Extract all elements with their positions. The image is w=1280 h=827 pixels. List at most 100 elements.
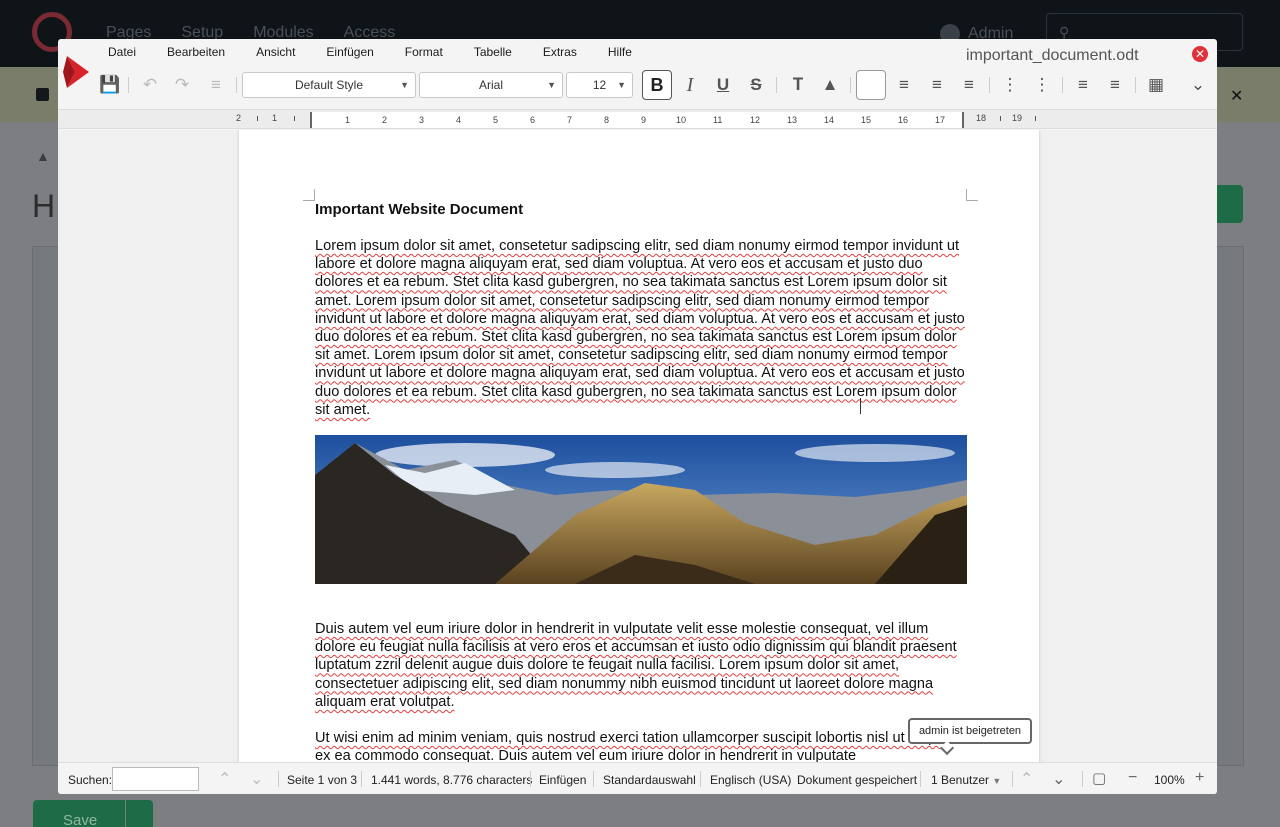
ruler-label: 6 xyxy=(530,115,536,125)
status-separator xyxy=(1082,771,1083,787)
paragraph-style-select[interactable]: Default Style ▼ xyxy=(242,72,416,98)
bullet-list-icon[interactable]: ⋮ xyxy=(998,73,1022,97)
menu-bearbeiten[interactable]: Bearbeiten xyxy=(167,45,225,59)
insert-mode[interactable]: Einfügen xyxy=(539,773,586,787)
users-count: 1 Benutzer xyxy=(931,773,990,787)
ruler-label: 2 xyxy=(236,113,242,123)
selection-mode[interactable]: Standardauswahl xyxy=(603,773,696,787)
page-indicator: Seite 1 von 3 xyxy=(287,773,358,787)
toolbar-separator xyxy=(1062,77,1063,93)
underline-button[interactable]: U xyxy=(711,73,735,97)
ruler-label: 8 xyxy=(604,115,610,125)
ruler-label: 4 xyxy=(456,115,462,125)
ruler-label: 16 xyxy=(898,115,909,125)
chevron-down-icon: ▼ xyxy=(547,80,556,90)
zoom-out-icon[interactable]: − xyxy=(1128,769,1137,787)
save-state: Dokument gespeichert xyxy=(797,773,918,787)
fit-width-icon[interactable]: ▢ xyxy=(1092,769,1106,787)
background-save-button: Save xyxy=(33,800,125,827)
background-dropdown-button xyxy=(1216,185,1243,223)
ruler-label: 11 xyxy=(713,115,723,125)
background-save-caret xyxy=(126,800,153,827)
document-canvas[interactable]: Important Website Document Lorem ipsum d… xyxy=(58,130,1217,762)
ruler-tick xyxy=(257,116,258,121)
ruler-label: 1 xyxy=(345,115,351,125)
font-name-select[interactable]: Arial ▼ xyxy=(419,72,563,98)
ruler-label: 13 xyxy=(787,115,798,125)
ruler-label: 14 xyxy=(824,115,835,125)
toolbar-separator xyxy=(776,77,777,93)
align-right-icon[interactable]: ≡ xyxy=(925,73,949,97)
chevron-down-icon: ▼ xyxy=(617,80,626,90)
search-label: Suchen: xyxy=(68,773,113,787)
mountain-panorama-image[interactable] xyxy=(315,435,967,584)
numbered-list-icon[interactable]: ⋮ xyxy=(1030,73,1054,97)
ruler-tick xyxy=(294,116,295,121)
status-bar: Suchen: ⌃ ⌄ Seite 1 von 3 1.441 words, 8… xyxy=(58,762,1217,794)
language-indicator[interactable]: Englisch (USA) xyxy=(710,773,791,787)
redo-icon[interactable]: ↷ xyxy=(170,73,194,97)
ruler-label: 3 xyxy=(419,115,425,125)
ruler-tick xyxy=(1035,116,1036,121)
ruler-label: 17 xyxy=(935,115,946,125)
menu-extras[interactable]: Extras xyxy=(543,45,577,59)
document-editor: Datei Bearbeiten Ansicht Einfügen Format… xyxy=(58,39,1217,794)
toolbar-separator xyxy=(128,77,129,93)
search-next-icon[interactable]: ⌄ xyxy=(250,769,263,789)
document-paragraph[interactable]: Lorem ipsum dolor sit amet, consetetur s… xyxy=(315,237,967,419)
status-separator xyxy=(700,771,701,787)
decrease-indent-icon[interactable]: ≡ xyxy=(1103,73,1127,97)
status-separator xyxy=(1012,771,1013,787)
zoom-in-icon[interactable]: + xyxy=(1195,769,1204,787)
document-page[interactable]: Important Website Document Lorem ipsum d… xyxy=(239,130,1039,762)
menu-hilfe[interactable]: Hilfe xyxy=(608,45,632,59)
chevron-down-icon: ▼ xyxy=(400,80,409,90)
menu-tabelle[interactable]: Tabelle xyxy=(474,45,512,59)
document-paragraph[interactable]: Duis autem vel eum iriure dolor in hendr… xyxy=(315,620,967,711)
align-left-button[interactable] xyxy=(856,70,886,100)
menu-format[interactable]: Format xyxy=(405,45,443,59)
text-cursor xyxy=(860,398,868,414)
clear-formatting-icon[interactable]: 𝐓 xyxy=(786,73,810,97)
menu-datei[interactable]: Datei xyxy=(108,45,136,59)
ruler-label: 1 xyxy=(272,113,278,123)
insert-table-icon[interactable]: ▦ xyxy=(1144,73,1168,97)
font-size-select[interactable]: 12 ▼ xyxy=(566,72,633,98)
paragraph-style-value: Default Style xyxy=(294,78,364,92)
highlight-color-icon[interactable]: ▲ xyxy=(818,73,842,97)
ruler-label: 5 xyxy=(493,115,499,125)
clone-formatting-icon[interactable]: ≡ xyxy=(204,73,228,97)
toolbar-separator xyxy=(1135,77,1136,93)
ruler-page-area: 1 2 3 4 5 6 7 8 9 10 11 12 13 14 15 16 1… xyxy=(310,112,964,128)
menu-ansicht[interactable]: Ansicht xyxy=(256,45,295,59)
users-dropdown[interactable]: 1 Benutzer ▼ xyxy=(931,773,1001,787)
status-separator xyxy=(920,771,921,787)
font-name-value: Arial xyxy=(478,78,503,92)
background-heading: H xyxy=(32,188,56,224)
save-icon[interactable]: 💾 xyxy=(98,73,122,97)
ruler-label: 10 xyxy=(676,115,687,125)
document-title: important_document.odt xyxy=(966,47,1139,64)
search-previous-icon[interactable]: ⌃ xyxy=(218,769,231,789)
bold-button[interactable]: B xyxy=(642,70,672,100)
margin-marker xyxy=(303,189,315,201)
undo-icon[interactable]: ↶ xyxy=(138,73,162,97)
document-heading[interactable]: Important Website Document xyxy=(315,201,523,218)
expand-toolbar-chevron-icon[interactable]: ⌄ xyxy=(1186,73,1210,97)
horizontal-ruler[interactable]: 2 1 1 2 3 4 5 6 7 8 9 10 11 12 13 14 15 … xyxy=(58,109,1217,129)
document-paragraph[interactable]: Ut wisi enim ad minim veniam, quis nostr… xyxy=(315,729,967,762)
previous-page-icon[interactable]: ⌃ xyxy=(1020,769,1033,789)
close-editor-button[interactable]: ✕ xyxy=(1192,46,1208,62)
ruler-label: 12 xyxy=(750,115,761,125)
formatting-toolbar: 💾 ↶ ↷ ≡ Default Style ▼ Arial ▼ 12 ▼ B I… xyxy=(98,70,1213,100)
ruler-tick xyxy=(1000,116,1001,121)
document-search-input[interactable] xyxy=(112,767,199,791)
strikethrough-button[interactable]: S xyxy=(744,73,768,97)
italic-button[interactable]: I xyxy=(678,73,702,97)
next-page-icon[interactable]: ⌄ xyxy=(1052,769,1065,789)
justify-icon[interactable]: ≡ xyxy=(957,73,981,97)
menu-bar: Datei Bearbeiten Ansicht Einfügen Format… xyxy=(108,45,663,59)
align-center-icon[interactable]: ≡ xyxy=(892,73,916,97)
menu-einfuegen[interactable]: Einfügen xyxy=(326,45,373,59)
increase-indent-icon[interactable]: ≡ xyxy=(1071,73,1095,97)
